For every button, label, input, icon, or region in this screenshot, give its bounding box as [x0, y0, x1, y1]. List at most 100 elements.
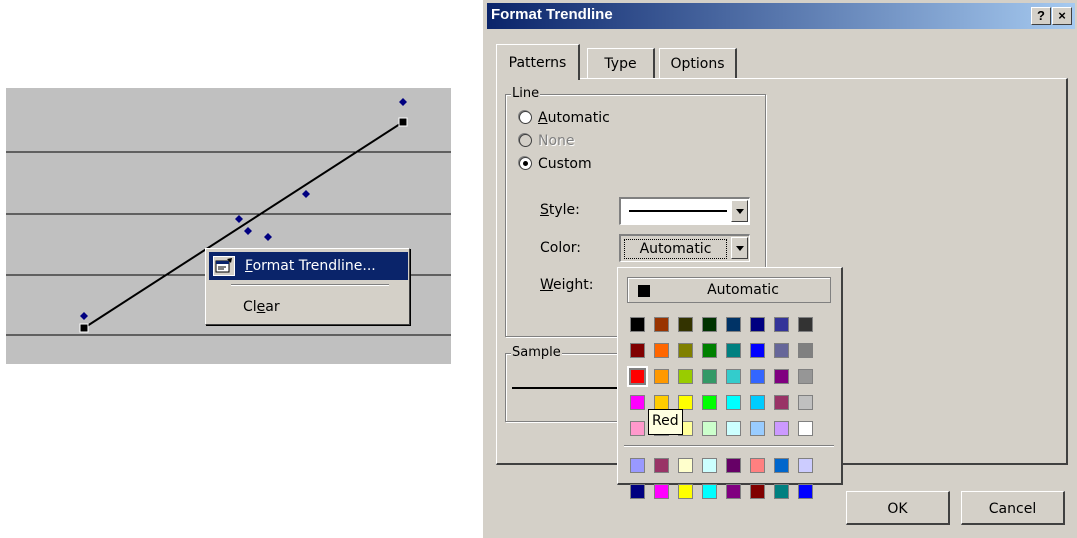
chart-color-swatch[interactable] [798, 458, 813, 473]
context-menu: Format Trendline... Clear [205, 248, 410, 325]
tab-options[interactable]: Options [659, 48, 737, 78]
style-label: Style: [540, 202, 580, 218]
color-swatch[interactable] [678, 317, 693, 332]
color-swatch[interactable] [654, 395, 669, 410]
sample-groupbox: Sample [505, 345, 631, 422]
color-swatch[interactable] [702, 317, 717, 332]
chart-color-swatch[interactable] [798, 484, 813, 499]
radio-button[interactable] [519, 157, 532, 170]
chart-color-swatch[interactable] [774, 484, 789, 499]
color-dropdown[interactable]: Automatic [619, 234, 750, 262]
color-swatch[interactable] [630, 421, 645, 436]
style-dropdown-button[interactable] [731, 200, 748, 222]
radio-automatic-label: Automatic [538, 110, 610, 126]
color-swatch[interactable] [798, 317, 813, 332]
trendline-handle[interactable] [79, 323, 89, 333]
chart-color-swatch[interactable] [726, 484, 741, 499]
palette-separator [624, 445, 834, 447]
color-swatch[interactable] [726, 369, 741, 384]
color-swatch[interactable] [702, 421, 717, 436]
color-swatch[interactable] [798, 343, 813, 358]
color-swatch[interactable] [774, 421, 789, 436]
color-swatch[interactable] [750, 369, 765, 384]
title-bar[interactable]: Format Trendline ? × [487, 3, 1075, 29]
palette-automatic-button[interactable]: Automatic [627, 277, 831, 303]
color-swatch[interactable] [774, 317, 789, 332]
radio-custom-label: Custom [538, 156, 592, 172]
chart-color-swatch[interactable] [702, 458, 717, 473]
radio-button[interactable] [519, 111, 532, 124]
chevron-down-icon [736, 246, 744, 251]
color-swatch[interactable] [798, 395, 813, 410]
line-group-label: Line [511, 86, 541, 101]
color-swatch[interactable] [654, 343, 669, 358]
color-swatch[interactable] [750, 317, 765, 332]
palette-automatic-label: Automatic [707, 282, 779, 298]
chevron-down-icon [736, 209, 744, 214]
color-swatch[interactable] [774, 369, 789, 384]
color-palette-popup: Automatic [617, 267, 843, 499]
sample-line [512, 387, 622, 389]
data-point [264, 233, 272, 241]
color-swatch[interactable] [678, 369, 693, 384]
help-button[interactable]: ? [1031, 7, 1051, 25]
color-swatch[interactable] [774, 395, 789, 410]
chart-color-swatch[interactable] [726, 458, 741, 473]
color-swatch[interactable] [726, 343, 741, 358]
tab-patterns[interactable]: Patterns [496, 44, 580, 80]
menu-item-clear[interactable]: Clear [243, 293, 280, 321]
chart-color-swatch[interactable] [702, 484, 717, 499]
chart-color-swatch[interactable] [630, 458, 645, 473]
chart-color-swatch[interactable] [654, 484, 669, 499]
chart-color-swatch[interactable] [630, 484, 645, 499]
color-tooltip: Red [648, 409, 683, 435]
color-swatch[interactable] [774, 343, 789, 358]
close-button[interactable]: × [1052, 7, 1072, 25]
color-dropdown-button[interactable] [731, 237, 748, 259]
menu-item-format-trendline[interactable]: Format Trendline... [209, 252, 408, 280]
color-swatch[interactable] [726, 421, 741, 436]
color-swatch[interactable] [702, 395, 717, 410]
chart-color-swatch[interactable] [654, 458, 669, 473]
chart-color-swatch[interactable] [750, 484, 765, 499]
color-swatch[interactable] [750, 343, 765, 358]
color-swatch[interactable] [630, 343, 645, 358]
color-swatch[interactable] [702, 369, 717, 384]
style-dropdown[interactable] [619, 197, 750, 225]
color-swatch[interactable] [630, 317, 645, 332]
tab-type[interactable]: Type [587, 48, 655, 78]
color-swatch[interactable] [630, 395, 645, 410]
color-swatch[interactable] [678, 395, 693, 410]
color-swatch[interactable] [678, 343, 693, 358]
data-point [244, 227, 252, 235]
color-swatch[interactable] [750, 421, 765, 436]
trendline-handle[interactable] [398, 117, 408, 127]
data-point [235, 215, 243, 223]
radio-button [519, 134, 532, 147]
chart-color-swatch[interactable] [678, 484, 693, 499]
chart-color-swatch[interactable] [774, 458, 789, 473]
menu-item-label: Format Trendline... [245, 258, 376, 274]
color-swatch[interactable] [750, 395, 765, 410]
color-swatch[interactable] [726, 317, 741, 332]
color-swatch[interactable] [798, 369, 813, 384]
chart-color-swatch[interactable] [678, 458, 693, 473]
color-swatch[interactable] [654, 369, 669, 384]
menu-separator [231, 284, 389, 286]
format-properties-icon [213, 256, 235, 276]
automatic-color-swatch [638, 285, 650, 297]
color-swatch[interactable] [702, 343, 717, 358]
color-swatch[interactable] [654, 317, 669, 332]
chart-color-swatch[interactable] [750, 458, 765, 473]
color-dropdown-value: Automatic [624, 239, 727, 259]
data-point [302, 190, 310, 198]
color-swatch[interactable] [726, 395, 741, 410]
cancel-button[interactable]: Cancel [961, 491, 1065, 525]
ok-button[interactable]: OK [846, 491, 950, 525]
color-swatch[interactable] [798, 421, 813, 436]
data-point [80, 312, 88, 320]
color-swatch[interactable] [627, 366, 648, 387]
dialog-title: Format Trendline [491, 6, 613, 23]
color-label: Color: [540, 240, 582, 256]
radio-none-label: None [538, 133, 575, 149]
